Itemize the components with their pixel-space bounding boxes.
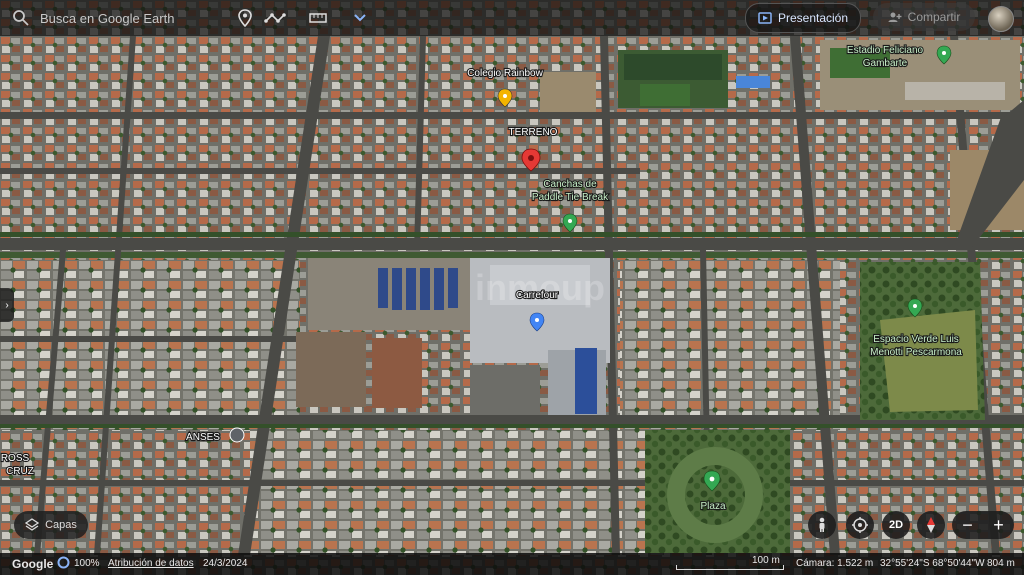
more-tools-button[interactable] (349, 7, 371, 29)
orbit-icon (852, 517, 868, 533)
zoom-control: − + (952, 511, 1014, 539)
label-estadio-line1[interactable]: Estadio Feliciano (846, 44, 925, 57)
loading-ring-icon (57, 556, 70, 572)
label-terreno[interactable]: TERRENO (507, 126, 558, 139)
layers-button[interactable]: Capas (14, 511, 88, 539)
search-input[interactable]: Busca en Google Earth (40, 11, 174, 26)
location-pin-icon (238, 9, 252, 27)
zoom-out-icon[interactable]: − (962, 515, 973, 536)
zoom-in-icon[interactable]: + (993, 515, 1004, 536)
scale-bar (676, 565, 784, 570)
avatar[interactable] (988, 6, 1014, 32)
orbit-button[interactable] (846, 511, 874, 539)
presentation-label: Presentación (777, 11, 849, 25)
pegman-icon (819, 517, 825, 532)
place-pin-button[interactable] (234, 7, 256, 29)
draw-path-button[interactable] (264, 7, 286, 29)
top-toolbar: Busca en Google Earth Presentación Compa… (0, 0, 1024, 36)
label-espacio-line2[interactable]: Menotti Pescarmona (869, 346, 963, 359)
label-canchas-line2[interactable]: Paddle Tie Break (531, 191, 610, 204)
ruler-icon (309, 13, 327, 23)
label-estadio-line2[interactable]: Gambarte (862, 57, 909, 70)
label-carrefour[interactable]: Carrefour (515, 289, 560, 302)
compass-button[interactable] (917, 511, 945, 539)
layers-icon (25, 518, 40, 531)
toggle-2d-button[interactable]: 2D (882, 511, 910, 539)
google-logo: Google (12, 557, 54, 571)
label-anses[interactable]: ANSES (185, 431, 221, 444)
layers-label: Capas (45, 519, 77, 531)
toggle-2d-label: 2D (888, 519, 904, 531)
watermark-text: inmoup (475, 267, 605, 308)
presentation-icon (758, 12, 772, 24)
chevron-down-icon (354, 14, 366, 22)
presentation-button[interactable]: Presentación (745, 3, 861, 33)
share-label: Compartir (907, 10, 961, 24)
elevation: 804 m (987, 558, 1015, 569)
side-panel-toggle[interactable]: › (0, 288, 14, 322)
pin-anses-icon[interactable] (229, 427, 245, 443)
label-cross-line1[interactable]: ROSS (0, 452, 31, 465)
attribution-link[interactable]: Atribución de datos (108, 558, 194, 569)
label-cross-line2[interactable]: CRUZ (5, 465, 35, 478)
share-button[interactable]: Compartir (873, 3, 975, 31)
path-icon (264, 13, 286, 23)
chevron-right-icon: › (5, 299, 9, 311)
street-view-button[interactable] (808, 511, 836, 539)
search-icon (13, 10, 29, 26)
measure-button[interactable] (307, 7, 329, 29)
label-canchas-line1[interactable]: Canchas de (542, 178, 598, 191)
label-colegio-rainbow[interactable]: Colegio Rainbow (466, 67, 545, 80)
satellite-map[interactable]: inmoup Colegio Rainbow TERRENO Canchas d… (0, 0, 1024, 575)
add-person-icon (888, 12, 902, 22)
camera-altitude: Cámara: 1.522 m (796, 558, 874, 569)
coordinates: 32°55'24"S 68°50'44"W (880, 558, 985, 569)
status-bar: Google 100% Atribución de datos 24/3/202… (0, 553, 1024, 575)
imagery-date: 24/3/2024 (203, 558, 248, 569)
load-percent: 100% (74, 558, 100, 569)
compass-icon (927, 517, 935, 533)
search-box[interactable]: Busca en Google Earth (12, 4, 230, 32)
label-plaza[interactable]: Plaza (699, 500, 727, 513)
label-espacio-line1[interactable]: Espacio Verde Luis (872, 333, 960, 346)
